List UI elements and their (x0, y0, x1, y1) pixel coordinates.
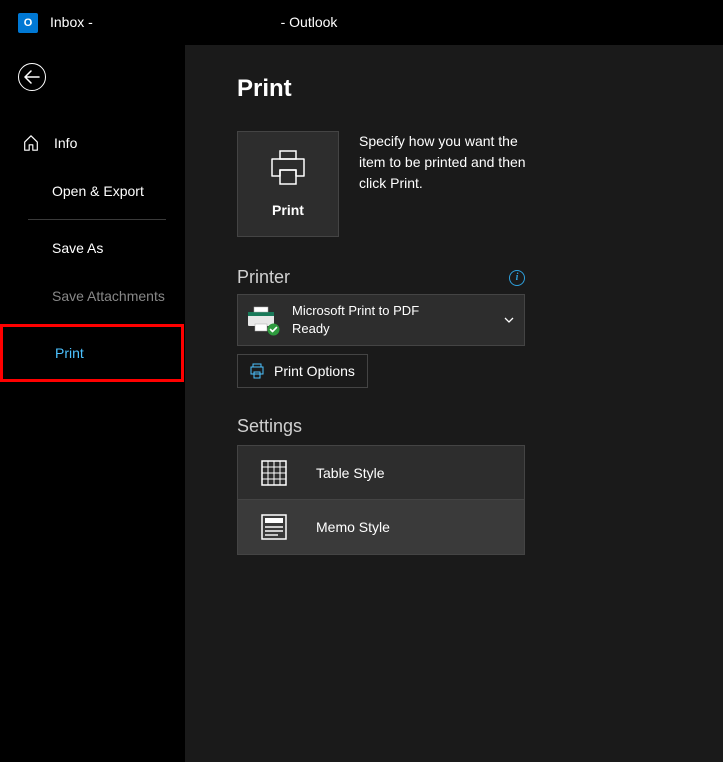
printer-section-label: Printer (237, 267, 290, 288)
chevron-down-icon (504, 317, 514, 323)
style-memo[interactable]: Memo Style (238, 500, 524, 554)
main-panel: Print Print Specify how you want the ite… (184, 45, 723, 762)
printer-dropdown[interactable]: Microsoft Print to PDF Ready (237, 294, 525, 346)
print-options-icon (250, 363, 266, 379)
print-button[interactable]: Print (237, 131, 339, 237)
title-bar: O Inbox - - Outlook (0, 0, 723, 45)
print-options-button[interactable]: Print Options (237, 354, 368, 388)
printer-status: Ready (292, 320, 419, 338)
page-title: Print (237, 75, 693, 103)
nav-print[interactable]: Print (3, 329, 181, 377)
nav-save-attachments: Save Attachments (0, 272, 184, 320)
settings-section-label: Settings (237, 416, 302, 437)
style-table[interactable]: Table Style (238, 446, 524, 500)
info-icon[interactable]: i (509, 270, 525, 286)
home-icon (22, 134, 40, 152)
arrow-left-icon (24, 70, 40, 84)
back-button[interactable] (18, 63, 46, 91)
outlook-app-icon: O (18, 13, 38, 33)
sidebar-divider (28, 219, 166, 220)
window-title: Inbox - - Outlook (50, 14, 337, 31)
nav-info[interactable]: Info (0, 119, 184, 167)
tutorial-highlight: Print (0, 324, 184, 382)
printer-device-icon (246, 306, 278, 334)
memo-style-icon (260, 513, 288, 541)
backstage-sidebar: Info Open & Export Save As Save Attachme… (0, 45, 184, 762)
table-style-icon (260, 459, 288, 487)
style-list: Table Style Memo Style (237, 445, 525, 555)
printer-icon (268, 150, 308, 186)
print-description: Specify how you want the item to be prin… (359, 131, 539, 237)
nav-save-as[interactable]: Save As (0, 224, 184, 272)
nav-open-export[interactable]: Open & Export (0, 167, 184, 215)
redacted-account (97, 15, 277, 31)
printer-name: Microsoft Print to PDF (292, 302, 419, 320)
